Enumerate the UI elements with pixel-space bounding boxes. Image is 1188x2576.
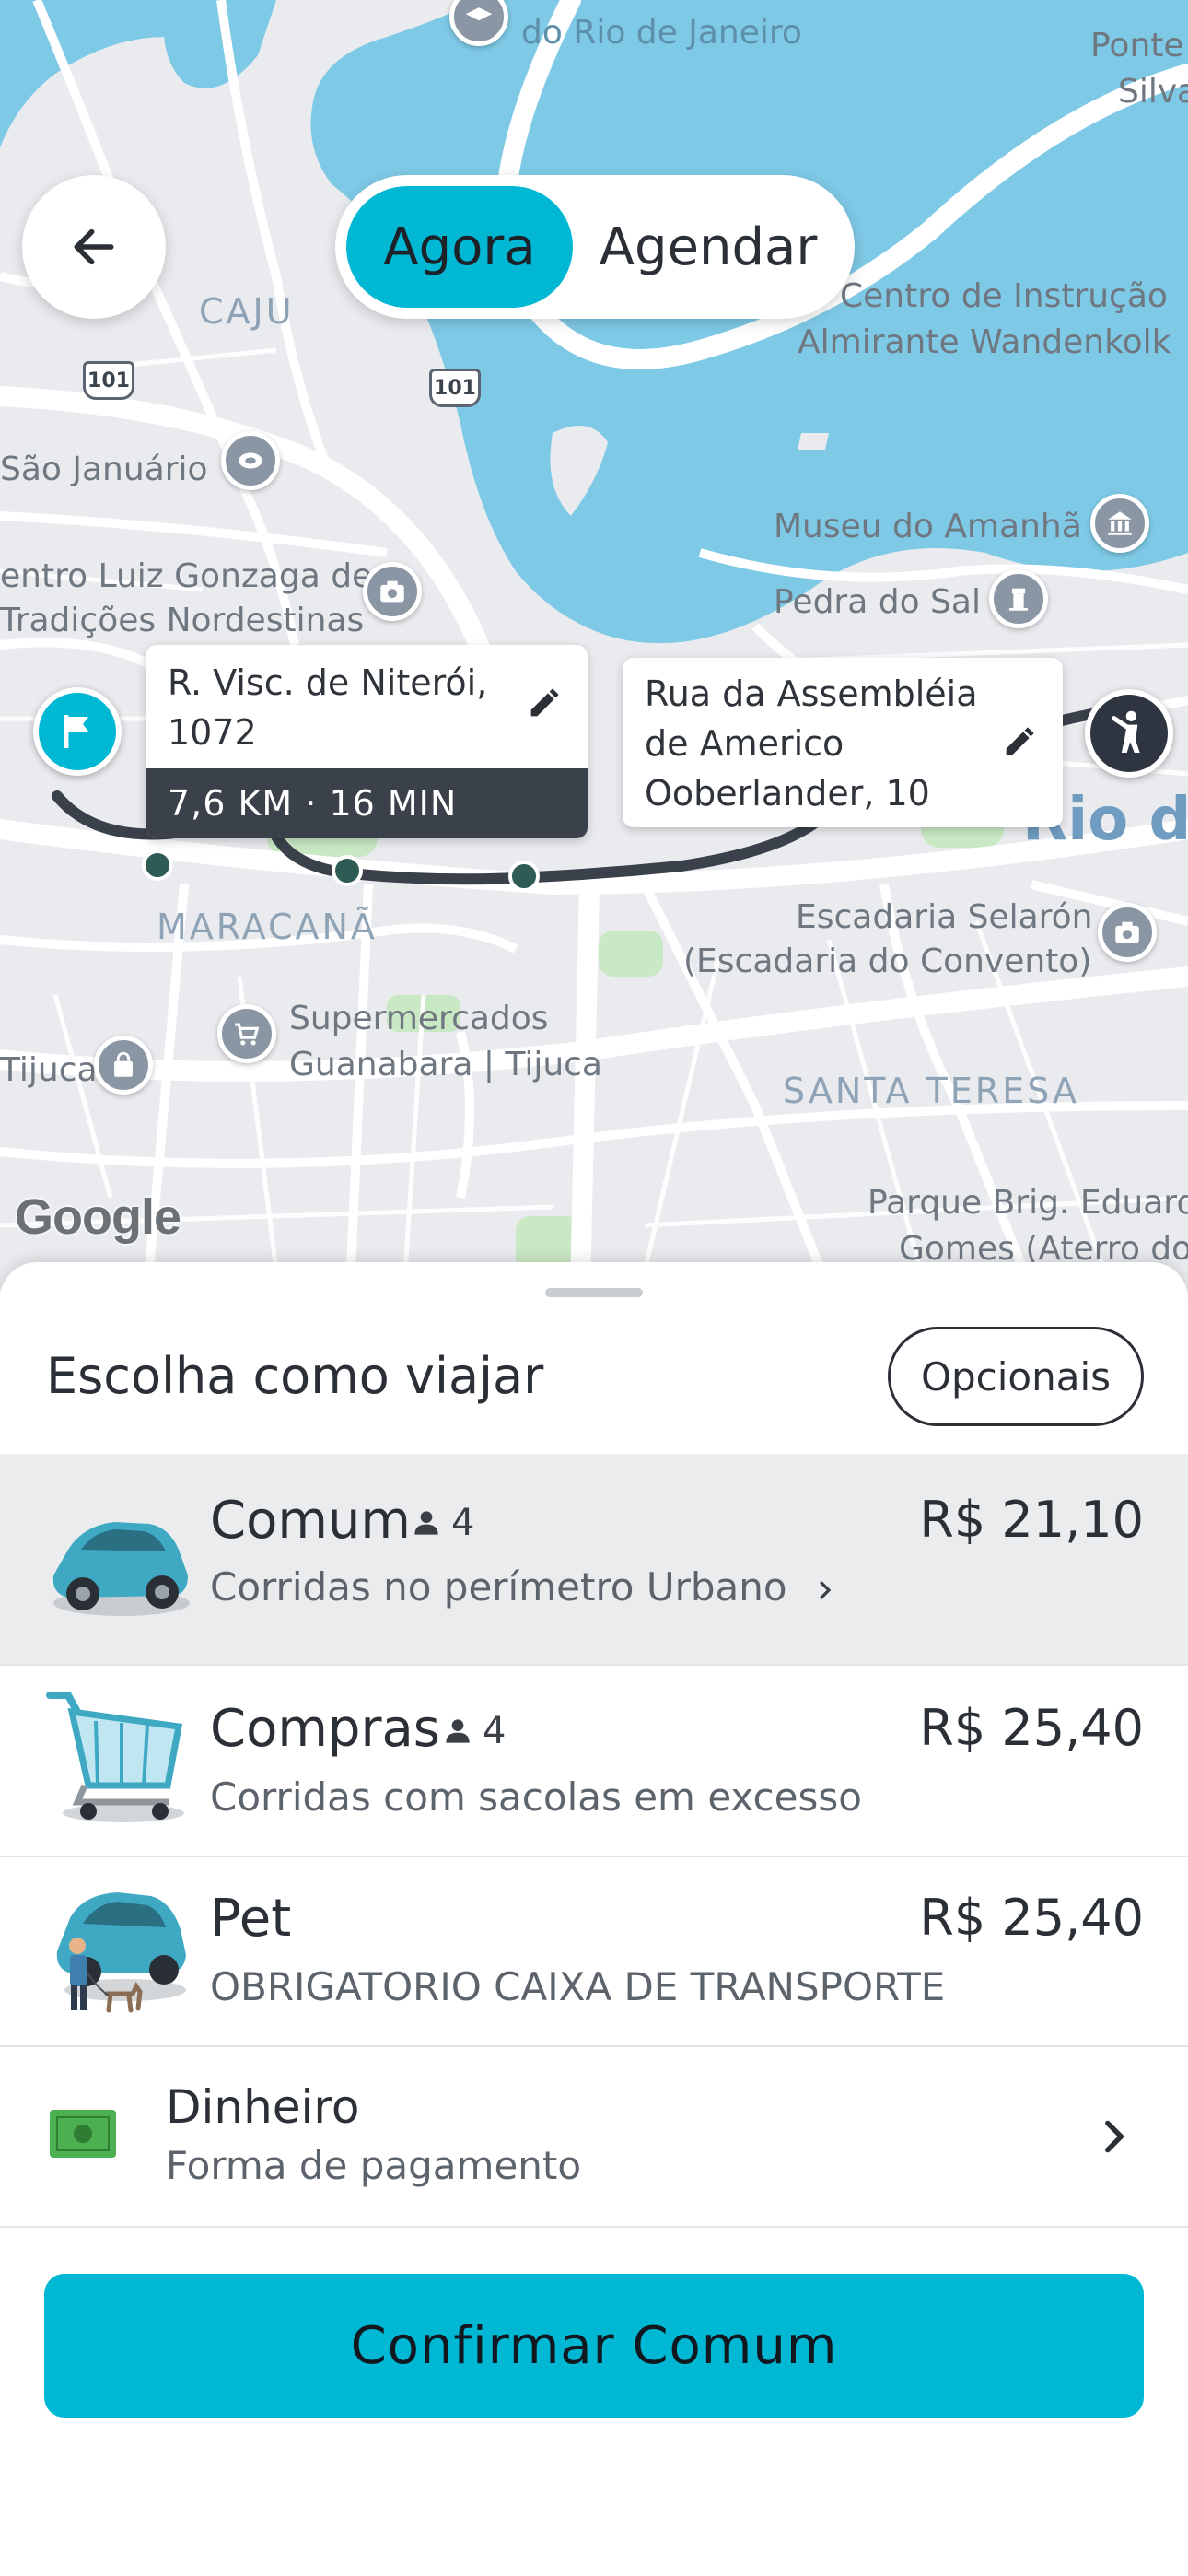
payment-method-row[interactable]: Dinheiro Forma de pagamento [0,2047,1188,2228]
map-label-luiz-gonzaga-1: entro Luiz Gonzaga de [0,557,373,595]
destination-address-callout[interactable]: Rua da Assembléia de Americo Ooberlander… [623,658,1063,827]
poi-shopping-cart-icon[interactable] [217,1004,276,1063]
sheet-drag-handle[interactable] [545,1288,643,1297]
poi-stadium-icon[interactable] [221,431,280,490]
destination-address-line2: de Americo [645,723,844,764]
highway-shield: 101 [83,361,134,400]
ride-capacity-count: 4 [483,1710,507,1752]
map-label-rio-de-janeiro: do Rio de Janeiro [521,14,802,52]
map-label-centro-instrucao-2: Almirante Wandenkolk [798,323,1171,361]
map-label-santa-teresa: SANTA TERESA [783,1071,1080,1111]
ride-price: R$ 25,40 [919,1699,1144,1757]
google-logo: Google [15,1189,181,1245]
origin-address-line2: 1072 [168,712,257,753]
map-label-parque-1: Parque Brig. Eduard [868,1184,1188,1222]
origin-address-line1: R. Visc. de Niterói, [168,662,488,703]
destination-marker[interactable] [1085,689,1173,778]
metro-stop-icon [142,849,173,881]
map-label-centro-instrucao-1: Centro de Instrução [840,277,1168,315]
map-label-pedra-do-sal: Pedra do Sal [774,583,981,621]
poi-museum-icon[interactable] [1090,494,1149,553]
person-icon [414,1511,438,1535]
ride-description: OBRIGATORIO CAIXA DE TRANSPORTE [210,1964,946,2009]
ride-name: Pet [210,1889,292,1949]
map-label-supermercados-1: Supermercados [289,1000,549,1037]
ride-description-text: Corridas no perímetro Urbano [210,1564,787,1610]
ride-capacity: 4 [440,1710,506,1752]
ride-description: Corridas no perímetro Urbano [210,1564,838,1610]
flag-icon [64,715,88,748]
sheet-title: Escolha como viajar [46,1347,544,1405]
ride-option-pet[interactable]: Pet OBRIGATORIO CAIXA DE TRANSPORTE R$ 2… [0,1857,1188,2047]
ride-capacity: 4 [409,1502,474,1544]
ride-price: R$ 21,10 [919,1491,1144,1549]
poi-shopping-bag-icon[interactable] [94,1036,153,1095]
map-label-caju: CAJU [199,291,295,332]
ride-description: Corridas com sacolas em excesso [210,1774,862,1820]
map-label-escadaria-2: (Escadaria do Convento) [683,943,1092,980]
toggle-now-button[interactable]: Agora [346,186,573,308]
cash-icon [50,2110,116,2158]
chevron-right-icon [1105,2120,1125,2153]
map-label-silva: Silva [1118,73,1188,111]
back-button[interactable] [22,175,166,319]
toggle-schedule-button[interactable]: Agendar [573,186,844,308]
chevron-right-icon[interactable] [810,1576,838,1604]
map-label-maracana: MARACANÃ [157,907,378,947]
metro-stop-icon [508,861,540,892]
confirm-ride-button[interactable]: Confirmar Comum [44,2274,1144,2418]
ride-price: R$ 25,40 [919,1889,1144,1947]
person-icon [446,1719,470,1743]
map-label-sao-januario: São Januário [0,451,208,488]
poi-camera-icon[interactable] [363,562,422,621]
highway-shield: 101 [429,369,481,407]
map-label-ponte: Ponte [1090,27,1184,64]
origin-address: R. Visc. de Niterói, 1072 [168,658,518,757]
car-icon [52,1522,190,1616]
map-label-tijuca: Tijuca [0,1051,98,1089]
payment-method: Dinheiro [166,2080,360,2134]
origin-address-callout[interactable]: R. Visc. de Niterói, 1072 7,6 KM · 16 MI… [146,645,588,838]
poi-camera-icon[interactable] [1098,903,1157,962]
destination-address-line3: Ooberlander, 10 [645,773,930,814]
ride-capacity-count: 4 [451,1502,475,1544]
map-label-escadaria-1: Escadaria Selarón [796,898,1093,936]
ride-option-comum[interactable]: Comum 4 Corridas no perímetro Urbano R$ … [0,1454,1188,1666]
map-label-museu: Museu do Amanhã [774,508,1082,545]
map-label-supermercados-2: Guanabara | Tijuca [289,1046,602,1083]
edit-pencil-icon[interactable] [525,685,562,722]
destination-address-line1: Rua da Assembléia [645,673,978,714]
metro-stop-icon [332,855,363,886]
ride-option-compras[interactable]: Compras 4 Corridas com sacolas em excess… [0,1666,1188,1857]
shopping-cart-icon [46,1692,184,1822]
ride-name: Compras [210,1699,440,1759]
payment-method-label: Forma de pagamento [166,2143,582,2188]
ride-time-toggle: Agora Agendar [335,175,855,319]
map-label-luiz-gonzaga-2: Tradições Nordestinas [0,602,365,639]
edit-pencil-icon[interactable] [1000,724,1037,761]
options-button[interactable]: Opcionais [888,1327,1144,1426]
map-view[interactable]: do Rio de Janeiro Ponte Silva CAJU Centr… [0,0,1188,1290]
poi-landmark-icon[interactable] [989,569,1048,628]
pet-car-icon [56,1892,186,2013]
ride-name: Comum [210,1491,411,1551]
origin-marker[interactable] [33,687,122,776]
person-waving-icon [1112,710,1140,753]
arrow-left-icon [74,228,114,265]
route-distance-time: 7,6 KM · 16 MIN [146,768,588,838]
destination-address: Rua da Assembléia de Americo Ooberlander… [645,669,1004,818]
